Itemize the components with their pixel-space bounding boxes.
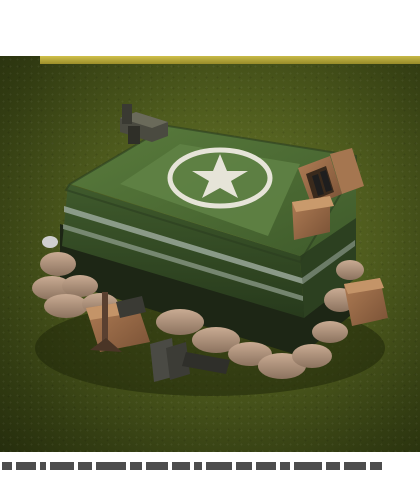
- bunker-illustration: [32, 104, 388, 396]
- crate-stack-right: [344, 278, 388, 326]
- building-card[interactable]: [0, 56, 420, 452]
- bottom-ticker: [0, 462, 420, 470]
- ammo-box-top: [120, 104, 168, 144]
